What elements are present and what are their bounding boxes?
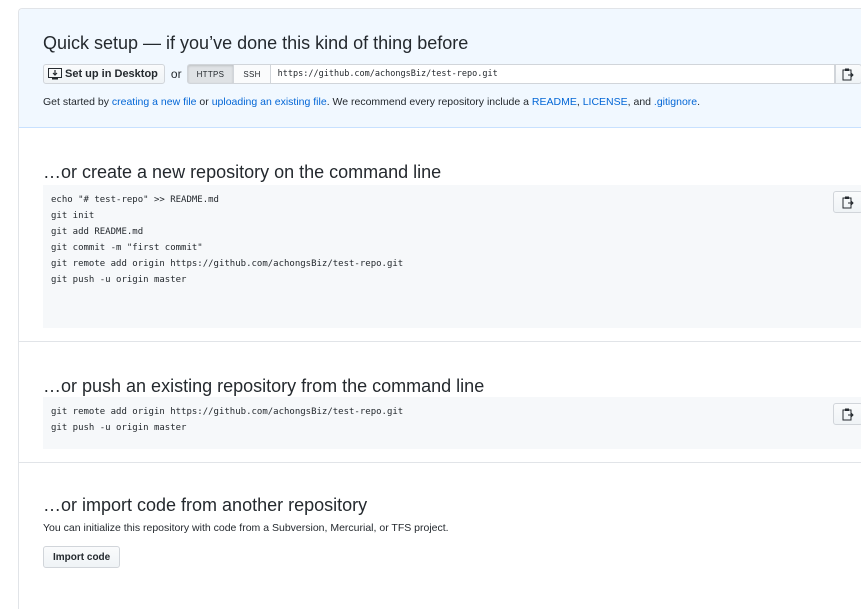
license-link[interactable]: LICENSE <box>583 96 628 108</box>
push-existing-repo-title: …or push an existing repository from the… <box>43 376 485 396</box>
or-separator: or <box>170 67 182 81</box>
create-new-code-block: echo "# test-repo" >> README.md git init… <box>43 185 861 328</box>
creating-new-file-link[interactable]: creating a new file <box>112 96 197 108</box>
import-code-section: …or import code from another repository … <box>19 463 861 613</box>
quick-setup-section: Quick setup — if you’ve done this kind o… <box>19 9 861 128</box>
copy-create-commands-button[interactable] <box>833 191 861 213</box>
import-description: You can initialize this repository with … <box>43 522 449 534</box>
repo-setup-panel: Quick setup — if you’ve done this kind o… <box>18 8 861 609</box>
upload-existing-file-link[interactable]: uploading an existing file <box>212 96 327 108</box>
setup-in-desktop-label: Set up in Desktop <box>65 68 158 80</box>
code-line: git remote add origin https://github.com… <box>51 407 404 417</box>
clone-url-input[interactable]: https://github.com/achongsBiz/test-repo.… <box>270 64 835 84</box>
push-existing-repo-section: …or push an existing repository from the… <box>19 342 861 463</box>
setup-in-desktop-button[interactable]: Set up in Desktop <box>43 64 165 84</box>
code-line: git push -u origin master <box>51 275 187 285</box>
getting-started-text: Get started by creating a new file or up… <box>43 96 701 108</box>
clipboard-icon <box>842 196 854 209</box>
code-line: git commit -m "first commit" <box>51 243 203 253</box>
copy-url-button[interactable] <box>834 64 861 84</box>
desktop-download-icon <box>48 68 62 80</box>
https-toggle[interactable]: HTTPS <box>186 64 235 84</box>
import-code-title: …or import code from another repository <box>43 495 368 515</box>
create-new-repo-title: …or create a new repository on the comma… <box>43 162 442 182</box>
code-line: git add README.md <box>51 227 144 237</box>
copy-push-commands-button[interactable] <box>833 403 861 425</box>
clone-url-row: Set up in Desktop or HTTPS SSH https://g… <box>43 63 861 85</box>
code-line: git remote add origin https://github.com… <box>51 259 404 269</box>
code-line: git push -u origin master <box>51 423 187 433</box>
readme-link[interactable]: README <box>532 96 577 108</box>
quick-setup-title: Quick setup — if you’ve done this kind o… <box>43 33 469 53</box>
code-line: echo "# test-repo" >> README.md <box>51 195 219 205</box>
clipboard-icon <box>842 68 854 81</box>
gitignore-link[interactable]: .gitignore <box>654 96 697 108</box>
import-code-button[interactable]: Import code <box>43 546 121 568</box>
code-line: git init <box>51 211 95 221</box>
create-new-repo-section: …or create a new repository on the comma… <box>19 128 861 342</box>
ssh-toggle[interactable]: SSH <box>234 64 271 84</box>
push-existing-code-block: git remote add origin https://github.com… <box>43 397 861 449</box>
clipboard-icon <box>842 408 854 421</box>
